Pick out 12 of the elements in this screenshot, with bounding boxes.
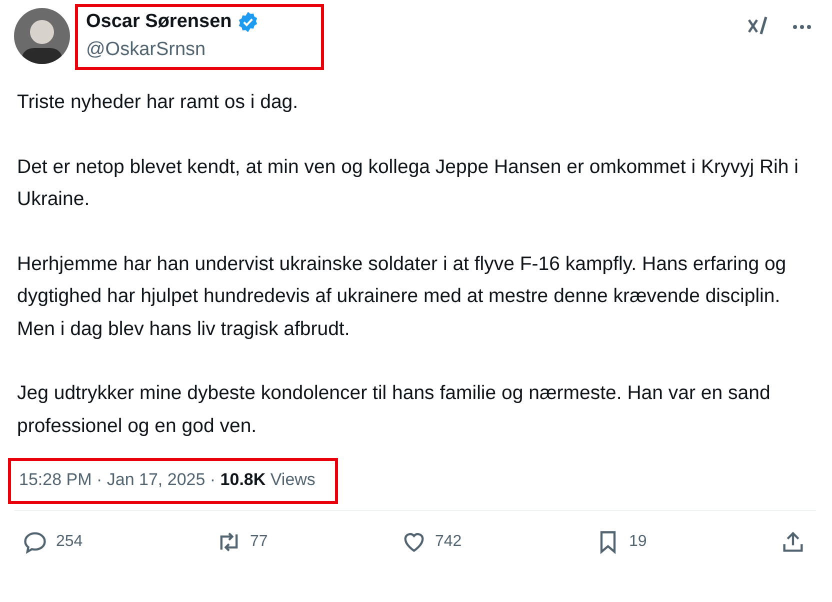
bookmark-button[interactable]: 19 xyxy=(594,529,647,555)
tweet-paragraph: Jeg udtrykker mine dybeste kondolencer til hans familie og nærmeste. Han var en sand professionel og en god ven. xyxy=(17,381,772,438)
more-menu-icon[interactable] xyxy=(792,24,812,30)
tweet-paragraph: Det er netop blevet kendt, at min ven og kollega Jeppe Hansen er omkommet i Kryvyj Rih i Ukraine. xyxy=(17,154,800,212)
tweet-paragraph: Herhjemme har han undervist ukrainske soldater i at flyve F-16 kampfly. Hans erfaring og dygtighed har hjulpet hundredevis af ukrainere med at mestre denne krævende disciplin. Men i dag blev hans liv tragisk afbrudt. xyxy=(17,252,788,342)
tweet-paragraph: Triste nyheder har ramt os i dag. xyxy=(17,90,300,115)
repost-button[interactable]: 77 xyxy=(216,529,268,555)
like-button[interactable]: 742 xyxy=(401,529,462,555)
author-handle[interactable]: @OskarSrnsn xyxy=(86,39,311,61)
author-name[interactable]: Oscar Sørensen xyxy=(86,11,232,33)
reply-button[interactable]: 254 xyxy=(22,529,83,555)
timestamp-views: 15:28 PM · Jan 17, 2025 · 10.8K Views xyxy=(19,470,316,489)
